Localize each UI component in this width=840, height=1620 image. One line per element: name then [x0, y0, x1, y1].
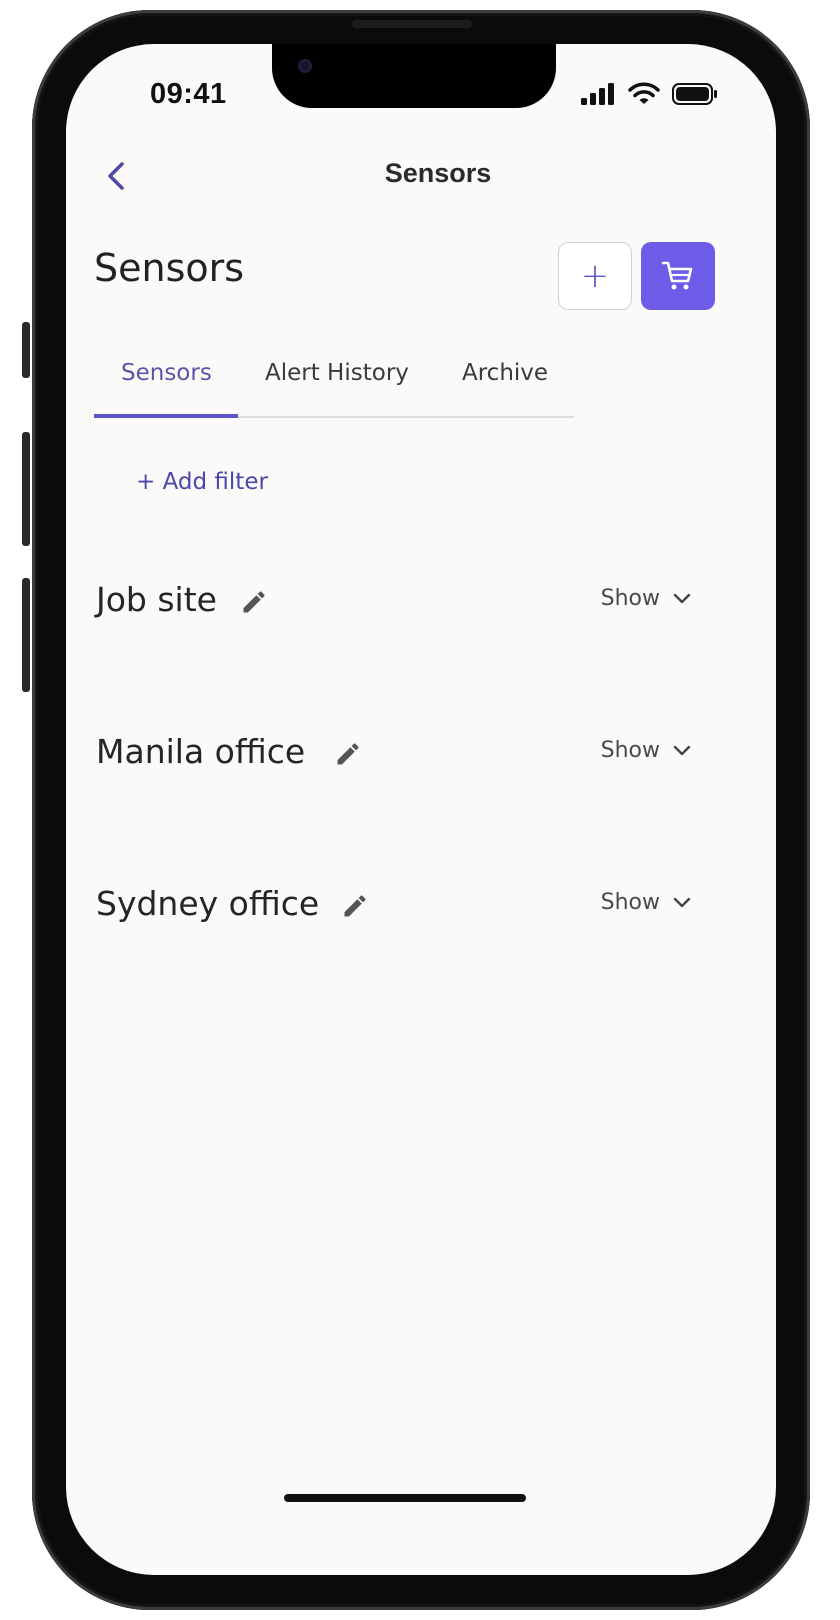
status-time: 09:41: [150, 78, 227, 110]
show-label: Show: [600, 890, 660, 915]
group-name: Manila office: [96, 732, 306, 771]
show-toggle[interactable]: Show: [601, 738, 692, 763]
show-toggle[interactable]: Show: [601, 586, 692, 611]
group-name: Job site: [96, 580, 217, 619]
wifi-icon: [628, 82, 660, 104]
page-title: Sensors: [94, 246, 245, 290]
status-icons: [580, 82, 718, 106]
app-screen: 09:41 Sensors Sensors + Sensors Alert Hi…: [66, 44, 776, 1575]
nav-title: Sensors: [384, 158, 492, 188]
shopping-cart-icon: [661, 261, 693, 290]
volume-up-button: [22, 432, 30, 546]
pencil-icon[interactable]: [240, 588, 268, 616]
tab-alert-history[interactable]: Alert History: [265, 360, 409, 416]
cellular-signal-icon: [581, 83, 614, 105]
active-tab-indicator: [94, 414, 238, 418]
cart-button[interactable]: [641, 242, 715, 310]
tab-bar: Sensors Alert History Archive: [94, 360, 574, 418]
group-row-job-site: Job site Show: [96, 580, 692, 630]
chevron-down-icon: [673, 745, 691, 755]
device-mockup: 09:41 Sensors Sensors + Sensors Alert Hi…: [0, 0, 840, 1620]
silent-switch: [22, 322, 30, 378]
chevron-down-icon: [673, 897, 691, 907]
volume-down-button: [22, 578, 30, 692]
notch: [272, 44, 556, 108]
show-toggle[interactable]: Show: [601, 890, 692, 915]
pencil-icon[interactable]: [341, 892, 369, 920]
speaker-grille: [352, 20, 472, 28]
pencil-icon[interactable]: [334, 740, 362, 768]
tab-sensors[interactable]: Sensors: [121, 360, 212, 416]
plus-icon: +: [580, 256, 610, 296]
home-indicator[interactable]: [284, 1494, 526, 1502]
show-label: Show: [600, 738, 660, 763]
group-row-manila-office: Manila office Show: [96, 732, 692, 782]
add-sensor-button[interactable]: +: [558, 242, 632, 310]
battery-icon: [672, 83, 717, 105]
group-name: Sydney office: [96, 884, 320, 923]
group-row-sydney-office: Sydney office Show: [96, 884, 692, 934]
show-label: Show: [600, 586, 660, 611]
chevron-down-icon: [673, 593, 691, 603]
front-camera: [298, 59, 312, 73]
tab-archive[interactable]: Archive: [462, 360, 548, 416]
add-filter-button[interactable]: + Add filter: [136, 469, 268, 495]
